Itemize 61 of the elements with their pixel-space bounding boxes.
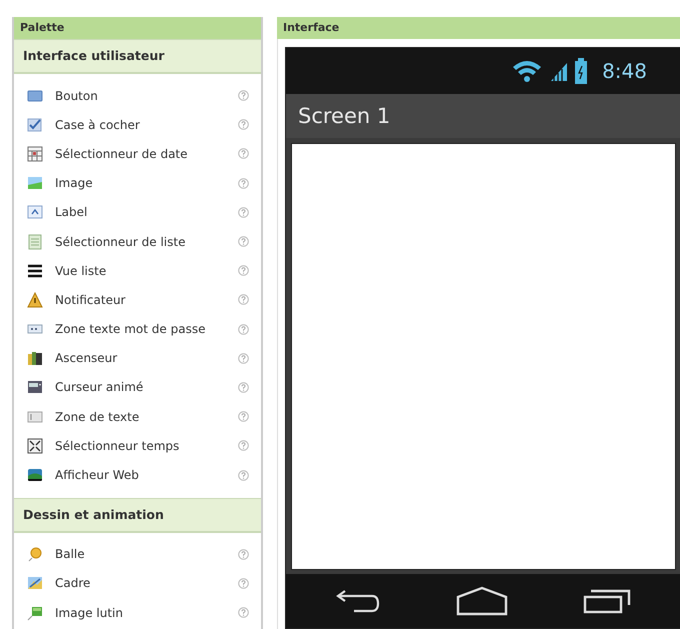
help-icon[interactable] bbox=[238, 352, 249, 364]
palette-item[interactable]: Balle bbox=[55, 547, 226, 562]
help-icon[interactable] bbox=[238, 265, 249, 276]
palette-item[interactable]: Curseur animé bbox=[55, 380, 226, 394]
help-icon[interactable] bbox=[238, 607, 249, 618]
help-icon[interactable] bbox=[238, 548, 249, 560]
home-icon[interactable] bbox=[456, 586, 508, 616]
help-icon[interactable] bbox=[238, 411, 249, 422]
viewer-title: Interface bbox=[277, 17, 680, 39]
status-time: 8:48 bbox=[602, 59, 647, 83]
wifi-icon bbox=[511, 59, 544, 83]
webviewer-icon bbox=[27, 467, 43, 484]
listpicker-icon bbox=[27, 234, 43, 250]
palette-item[interactable]: Case à cocher bbox=[55, 118, 226, 132]
label-icon bbox=[27, 204, 43, 220]
textbox-icon bbox=[27, 408, 43, 425]
help-icon[interactable] bbox=[238, 148, 249, 160]
palette-item[interactable]: Sélectionneur de liste bbox=[55, 234, 226, 249]
help-icon[interactable] bbox=[238, 206, 249, 218]
spinner-icon bbox=[27, 379, 43, 396]
back-icon[interactable] bbox=[335, 589, 382, 613]
battery-icon bbox=[575, 58, 588, 84]
palette-item[interactable]: Notificateur bbox=[55, 292, 226, 307]
help-icon[interactable] bbox=[238, 578, 249, 589]
help-icon[interactable] bbox=[238, 470, 249, 481]
palette-item[interactable]: Afficheur Web bbox=[55, 468, 226, 482]
notifier-icon bbox=[27, 292, 43, 308]
slider-icon bbox=[27, 350, 43, 366]
palette-item[interactable]: Zone de texte bbox=[55, 410, 226, 424]
section-header[interactable]: Dessin et animation bbox=[14, 498, 261, 533]
checkbox-icon bbox=[27, 116, 43, 133]
sprite-icon bbox=[27, 604, 43, 621]
help-icon[interactable] bbox=[238, 324, 249, 335]
canvas-icon bbox=[27, 575, 43, 592]
palette-item[interactable]: Vue liste bbox=[55, 264, 226, 278]
palette-item[interactable]: Image lutin bbox=[55, 606, 226, 620]
recent-apps-icon[interactable] bbox=[582, 588, 631, 614]
button-icon bbox=[27, 88, 43, 104]
palette-title: Palette bbox=[14, 17, 261, 39]
help-icon[interactable] bbox=[238, 382, 249, 393]
help-icon[interactable] bbox=[238, 178, 249, 189]
palette-item[interactable]: Sélectionneur de date bbox=[55, 146, 226, 161]
palette-item[interactable]: Zone texte mot de passe bbox=[55, 322, 226, 336]
ball-icon bbox=[27, 546, 43, 562]
timepicker-icon bbox=[27, 438, 43, 454]
help-icon[interactable] bbox=[238, 440, 249, 452]
palette-item[interactable]: Sélectionneur temps bbox=[55, 438, 226, 453]
palette-item[interactable]: Ascenseur bbox=[55, 351, 226, 366]
help-icon[interactable] bbox=[238, 294, 249, 306]
help-icon[interactable] bbox=[238, 236, 249, 248]
screen-title: Screen 1 bbox=[298, 106, 390, 126]
section-header[interactable]: Interface utilisateur bbox=[14, 39, 261, 74]
palette-item[interactable]: Label bbox=[55, 205, 226, 220]
help-icon[interactable] bbox=[238, 90, 249, 102]
palette-item[interactable]: Cadre bbox=[55, 576, 226, 590]
palette-item[interactable]: Bouton bbox=[55, 88, 226, 103]
help-icon[interactable] bbox=[238, 119, 249, 130]
palette-item[interactable]: Image bbox=[55, 176, 226, 190]
listview-icon bbox=[27, 262, 43, 279]
image-icon bbox=[27, 175, 43, 192]
datepicker-icon bbox=[27, 146, 43, 162]
